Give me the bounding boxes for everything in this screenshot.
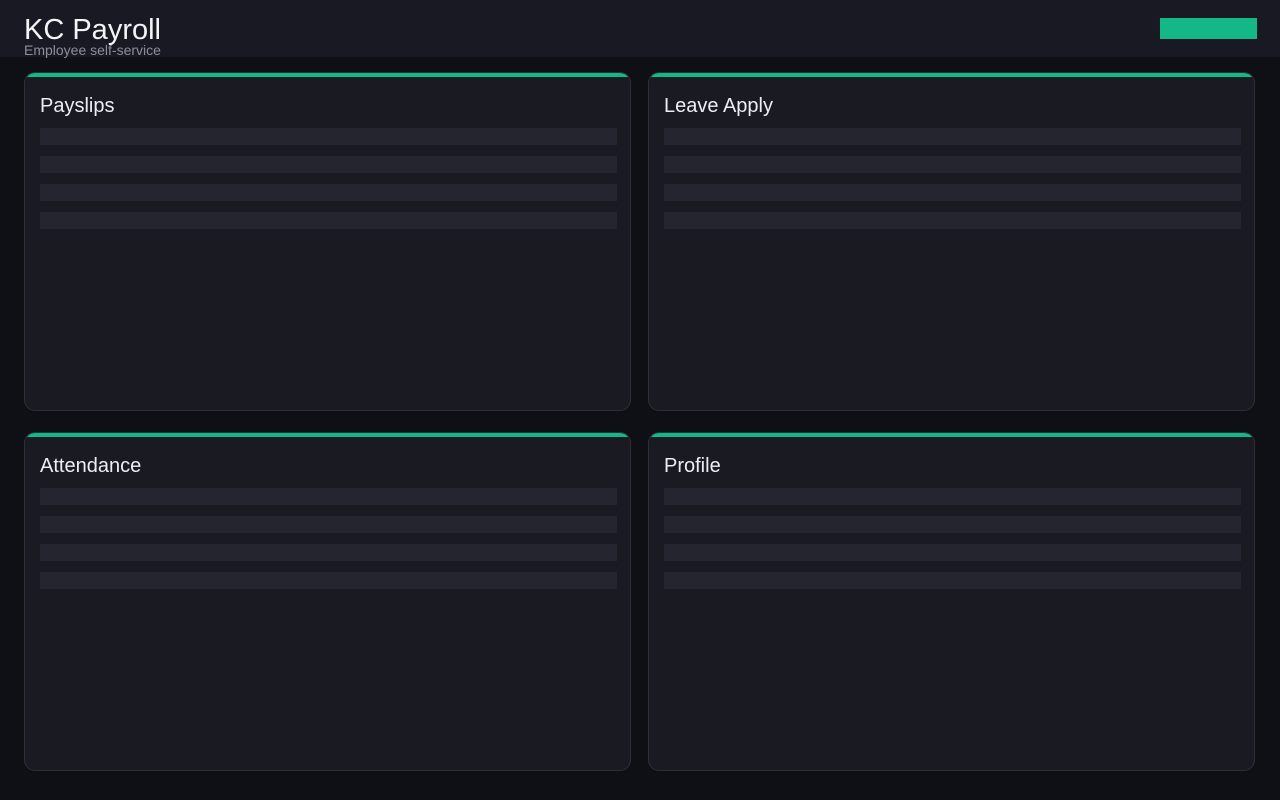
header-action-button[interactable] (1160, 18, 1257, 39)
placeholder-row (664, 544, 1241, 561)
placeholder-row (664, 128, 1241, 145)
card-accent (649, 73, 1254, 77)
card-title: Attendance (40, 455, 142, 477)
placeholder-row (664, 212, 1241, 229)
placeholder-row (664, 516, 1241, 533)
card-title: Leave Apply (664, 95, 773, 117)
placeholder-row (40, 572, 617, 589)
placeholder-row (40, 544, 617, 561)
leave-apply-card[interactable]: Leave Apply (648, 72, 1255, 411)
card-accent (25, 73, 630, 77)
placeholder-row (40, 516, 617, 533)
card-accent (25, 433, 630, 437)
payslips-card[interactable]: Payslips (24, 72, 631, 411)
attendance-card[interactable]: Attendance (24, 432, 631, 771)
card-title: Profile (664, 455, 721, 477)
placeholder-row (40, 488, 617, 505)
placeholder-row (664, 488, 1241, 505)
placeholder-row (664, 572, 1241, 589)
app-subtitle: Employee self-service (24, 42, 161, 58)
placeholder-row (40, 156, 617, 173)
card-title: Payslips (40, 95, 115, 117)
placeholder-row (40, 184, 617, 201)
placeholder-row (664, 184, 1241, 201)
placeholder-row (664, 156, 1241, 173)
placeholder-row (40, 128, 617, 145)
profile-card[interactable]: Profile (648, 432, 1255, 771)
placeholder-row (40, 212, 617, 229)
card-accent (649, 433, 1254, 437)
app-header: KC Payroll Employee self-service (0, 0, 1280, 58)
